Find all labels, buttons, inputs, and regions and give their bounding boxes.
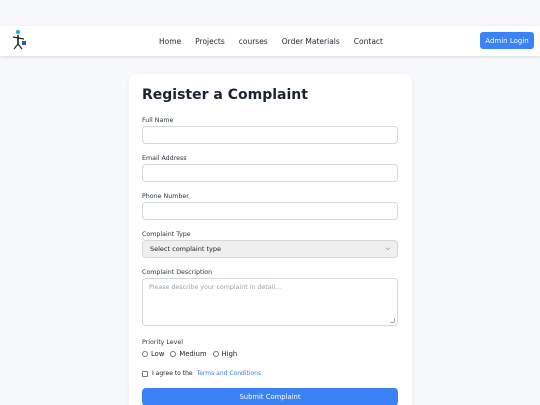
chevron-down-icon: ⌵ [385, 245, 390, 252]
email-label: Email Address [142, 155, 187, 162]
resize-handle-icon[interactable] [390, 318, 395, 323]
description-placeholder: Please describe your complaint in detail… [149, 284, 282, 291]
priority-medium-option[interactable]: Medium [170, 350, 207, 358]
agree-text: I agree to the [152, 370, 193, 377]
description-label: Complaint Description [142, 269, 213, 276]
form-title: Register a Complaint [142, 87, 308, 103]
terms-agreement-row: I agree to the Terms and Conditions [142, 370, 261, 377]
phone-label: Phone Number [142, 193, 189, 200]
full-name-label: Full Name [142, 117, 174, 124]
nav-link-home[interactable]: Home [159, 37, 181, 46]
navbar: Home Projects courses Order Materials Co… [0, 26, 540, 56]
email-field[interactable] [142, 164, 398, 182]
description-textarea[interactable]: Please describe your complaint in detail… [142, 278, 398, 326]
nav-link-courses[interactable]: courses [239, 37, 268, 46]
radio-button[interactable] [212, 351, 219, 357]
admin-login-button[interactable]: Admin Login [480, 32, 534, 49]
priority-label: Priority Level [142, 339, 184, 346]
priority-high-label: High [221, 350, 238, 358]
complaint-type-label: Complaint Type [142, 231, 191, 238]
priority-low-option[interactable]: Low [142, 350, 164, 358]
terms-link[interactable]: Terms and Conditions [197, 370, 262, 377]
nav-links: Home Projects courses Order Materials Co… [0, 26, 540, 56]
top-band [0, 0, 540, 26]
priority-medium-label: Medium [179, 350, 207, 358]
terms-checkbox[interactable] [142, 370, 148, 377]
full-name-field[interactable] [142, 126, 398, 144]
radio-button[interactable] [170, 351, 177, 357]
nav-link-order-materials[interactable]: Order Materials [282, 37, 340, 46]
complaint-form-card: Register a Complaint Full Name Email Add… [129, 74, 412, 405]
priority-low-label: Low [151, 350, 165, 358]
nav-link-contact[interactable]: Contact [354, 37, 383, 46]
submit-complaint-button[interactable]: Submit Complaint [142, 388, 398, 405]
complaint-type-value: Select complaint type [150, 245, 221, 253]
priority-radio-group: Low Medium High [142, 350, 237, 358]
nav-link-projects[interactable]: Projects [195, 37, 225, 46]
priority-high-option[interactable]: High [212, 350, 238, 358]
phone-field[interactable] [142, 202, 398, 220]
radio-button[interactable] [142, 351, 148, 357]
complaint-type-select[interactable]: Select complaint type ⌵ [142, 240, 398, 258]
